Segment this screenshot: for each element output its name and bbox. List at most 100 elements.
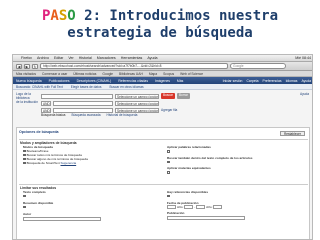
month-to-select[interactable] (196, 205, 206, 210)
menu-item-ayuda[interactable]: Ayuda (147, 56, 157, 60)
checkbox-icon[interactable] (167, 150, 170, 153)
title-letter-o: O (67, 8, 76, 24)
checkbox-icon[interactable] (167, 171, 170, 174)
nav-languages[interactable]: Idiomas (286, 79, 298, 83)
bookmark-item[interactable]: Google (102, 72, 113, 76)
expander-label: Aplicar palabras relacionadas (167, 145, 211, 149)
year-from-input[interactable] (184, 205, 194, 210)
mode-option[interactable]: Búsqueda de SmartText Sugerencia (23, 161, 143, 165)
nav-cited-refs[interactable]: Referencias citadas (118, 79, 148, 83)
mode-label: Búsqueda de SmartText (26, 161, 60, 165)
browser-screenshot: Firefox Archivo Editar Ver Historial Mar… (12, 54, 313, 240)
menu-item-ver[interactable]: Ver (68, 56, 73, 60)
bookmark-item[interactable]: Comenzar a usar (42, 72, 67, 76)
nav-more[interactable]: Más (177, 79, 183, 83)
field-select-2[interactable]: Seleccione un campo (opcional) (115, 100, 159, 106)
back-button[interactable]: ◀ (16, 63, 22, 69)
radio-icon[interactable] (23, 161, 26, 165)
search-options-panel: Opciones de búsqueda Restablecer Modos y… (16, 127, 310, 239)
search-button[interactable]: Buscar (161, 93, 175, 99)
search-term-input-2[interactable] (53, 100, 113, 106)
boolean-select-3[interactable]: AND (41, 107, 51, 113)
search-row-2: AND Seleccione un campo (opcional) (41, 100, 159, 106)
add-row-link[interactable]: Agregar fila (161, 108, 177, 112)
year-to-input[interactable] (213, 205, 223, 210)
year-label: Año: (177, 205, 184, 209)
limit-label: Autor (23, 212, 32, 216)
nav-help[interactable]: Ayuda (301, 79, 311, 83)
os-menubar: Firefox Archivo Editar Ver Historial Mar… (13, 55, 312, 62)
forward-button[interactable]: ▶ (24, 63, 30, 69)
field-select-1[interactable]: Seleccione un campo (opcional) (115, 93, 159, 99)
author-input[interactable] (23, 216, 101, 221)
nav-preferences[interactable]: Preferencias (263, 79, 282, 83)
nav-right-links: Iniciar sesión Carpeta Preferencias Idio… (223, 79, 311, 83)
bookmark-item[interactable]: Mapa (149, 72, 157, 76)
bookmark-item[interactable]: Últimas noticias (73, 72, 96, 76)
expander-label: Aplicar materias equivalentes (167, 166, 211, 171)
search-term-input-1[interactable] (41, 93, 113, 99)
month-from-select[interactable] (167, 205, 176, 210)
expander-label: Buscar también dentro del texto completo… (167, 155, 253, 160)
tab-basic-search[interactable]: Búsqueda básica (41, 113, 65, 117)
clear-button[interactable]: Borrar (176, 93, 190, 99)
menu-item-editar[interactable]: Editar (54, 56, 63, 60)
bookmark-item[interactable]: Web of Science (180, 72, 203, 76)
checkbox-icon[interactable] (23, 194, 26, 198)
checkbox-icon[interactable] (167, 194, 170, 198)
help-link[interactable]: Ayuda (300, 92, 309, 96)
nav-publications[interactable]: Publicaciones (49, 79, 70, 83)
title-letter-a: A (50, 8, 59, 24)
institution-logo-text: Logo de la biblioteca de la institución (16, 92, 38, 104)
url-bar[interactable]: http://web.ebscohost.com/ehost/search/ad… (40, 63, 228, 69)
menubar-clock: Mié 08:44 (295, 56, 311, 60)
checkbox-icon[interactable] (23, 205, 26, 209)
menu-item-herramientas[interactable]: Herramientas (121, 56, 143, 60)
menu-item-marcadores[interactable]: Marcadores (97, 56, 116, 60)
checkbox-icon[interactable] (167, 160, 170, 164)
logo-line: Logo de la biblioteca (16, 92, 31, 100)
searching-label: Buscando: CINAHL with Full Text (16, 84, 63, 89)
smarttext-hint-link[interactable]: Sugerencia (61, 161, 77, 165)
bookmark-item[interactable]: Scopus (163, 72, 174, 76)
nav-images[interactable]: Imágenes (155, 79, 170, 83)
reset-button[interactable]: Restablecer (279, 131, 305, 136)
search-tabs: Búsqueda básica Búsqueda avanzada Histor… (41, 113, 137, 117)
tab-advanced-search[interactable]: Búsqueda avanzada (71, 113, 100, 117)
other-languages-link[interactable]: Buscar en otros idiomas (109, 85, 143, 89)
boolean-select-2[interactable]: AND (41, 100, 51, 106)
limit-label: Hay referencias disponibles (167, 190, 209, 194)
menu-item-archivo[interactable]: Archivo (37, 56, 49, 60)
tab-search-history[interactable]: Historial de búsqueda (107, 113, 138, 117)
title-rest: 2: Introducimos nuestra (75, 8, 279, 24)
expander-option[interactable]: Aplicar palabras relacionadas (167, 145, 303, 153)
choose-databases-link[interactable]: Elegir bases de datos (71, 85, 102, 89)
limits-left-column: Texto completo Resumen disponible Autor (23, 190, 143, 221)
nav-headings[interactable]: Descriptores (CINAHL) (77, 79, 112, 83)
limit-label: Publicación (167, 211, 185, 216)
reload-button[interactable]: ↻ (32, 63, 38, 69)
modes-column: Modos de búsqueda Booleano/Frase Buscar … (23, 145, 143, 165)
nav-new-search[interactable]: Nueva búsqueda (16, 79, 42, 83)
slide-title-line-1: PASO 2: Introducimos nuestra (0, 8, 320, 25)
limits-right-column: Hay referencias disponibles Fecha de pub… (167, 190, 303, 220)
menu-item-historial[interactable]: Historial (79, 56, 92, 60)
logo-line: de la institución (16, 100, 38, 104)
publication-input[interactable] (167, 215, 245, 220)
clock-text: Mié 08:44 (295, 56, 311, 60)
browser-search-input[interactable]: Google (230, 63, 286, 69)
nav-folder[interactable]: Carpeta (246, 79, 258, 83)
expander-option[interactable]: Aplicar materias equivalentes (167, 166, 303, 174)
database-subheader: Buscando: CINAHL with Full Text Elegir b… (13, 84, 312, 90)
menu-item-firefox[interactable]: Firefox (21, 56, 32, 60)
app-nav-bar: Nueva búsqueda Publicaciones Descriptore… (13, 77, 312, 84)
search-term-input-3[interactable] (53, 107, 113, 113)
nav-sign-in[interactable]: Iniciar sesión (223, 79, 243, 83)
bookmark-item[interactable]: Más visitados (16, 72, 36, 76)
browser-toolbar: ◀ ▶ ↻ http://web.ebscohost.com/ehost/sea… (13, 62, 312, 71)
field-select-3[interactable]: Seleccione un campo (opcional) (115, 107, 159, 113)
year-label: Año: (206, 205, 213, 209)
expander-option[interactable]: Buscar también dentro del texto completo… (167, 156, 303, 164)
bookmark-item[interactable]: Bibliotecas UAH (119, 72, 143, 76)
slide-title: PASO 2: Introducimos nuestra estrategia … (0, 8, 320, 42)
